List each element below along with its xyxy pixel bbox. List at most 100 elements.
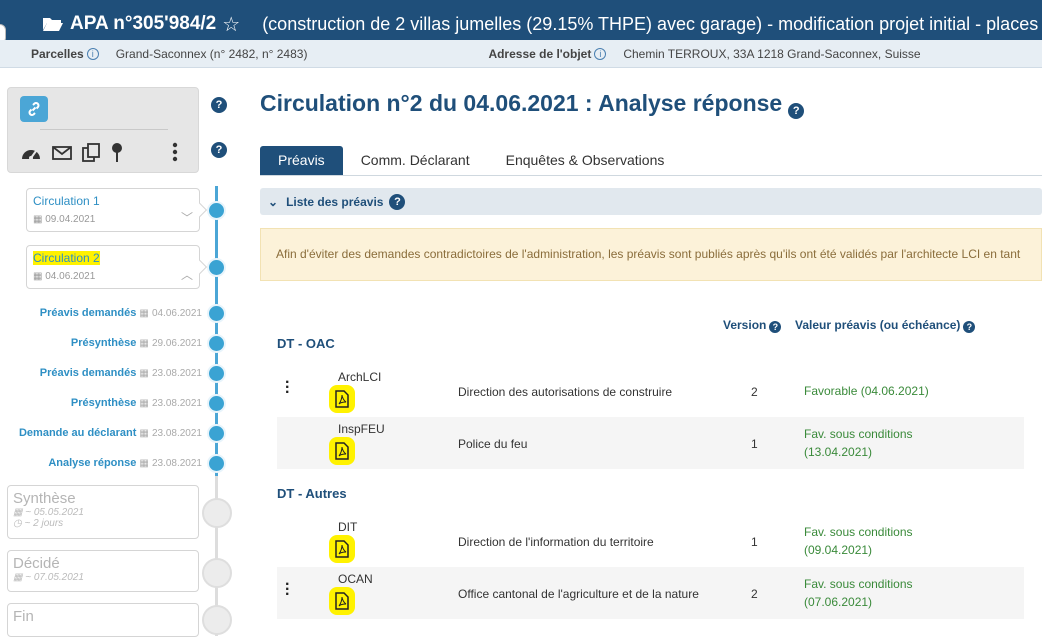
timeline-step[interactable]: Préavis demandés ▦ 04.06.2021 xyxy=(40,307,202,319)
step-date: 29.06.2021 xyxy=(151,338,202,349)
step-label: Préavis demandés xyxy=(39,307,137,319)
timeline-step[interactable]: Analyse réponse ▦ 23.08.2021 xyxy=(48,457,202,469)
result-line: Fav. sous conditions xyxy=(804,525,913,539)
col-header-version: Version? xyxy=(723,318,782,333)
timeline-node-future xyxy=(202,498,232,528)
help-icon[interactable]: ? xyxy=(788,103,805,119)
more-options-icon[interactable]: · · · xyxy=(285,375,290,401)
result-line: Fav. sous conditions xyxy=(804,577,913,591)
step-date: 23.08.2021 xyxy=(151,458,202,469)
calendar-icon: ▦ xyxy=(139,338,149,349)
address-value: Chemin TERROUX, 33A 1218 Grand-Saconnex,… xyxy=(623,46,921,61)
result-line: (07.06.2021) xyxy=(804,595,873,609)
help-icon[interactable]: ? xyxy=(389,193,406,210)
version-value: 2 xyxy=(751,587,758,601)
result-line: (09.04.2021) xyxy=(804,543,873,557)
phase-duration: ~ 2 jours xyxy=(24,518,64,529)
more-options-icon[interactable]: · · · xyxy=(285,577,290,603)
page-title-text: Circulation n°2 du 04.06.2021 : Analyse … xyxy=(260,90,783,116)
phase-title: Décidé xyxy=(13,555,60,572)
step-label: Présynthèse xyxy=(70,337,137,349)
service-name: Direction de l'information du territoire xyxy=(458,535,654,549)
service-code: ArchLCI xyxy=(338,370,382,384)
calendar-icon: ▦ xyxy=(13,572,23,583)
chevron-down-icon[interactable]: ⌄ xyxy=(268,195,278,209)
calendar-icon: ▦ xyxy=(139,368,149,379)
timeline-node xyxy=(207,304,226,323)
step-label: Préavis demandés xyxy=(39,367,137,379)
preavis-result[interactable]: Fav. sous conditions (07.06.2021) xyxy=(804,575,913,611)
tab-preavis[interactable]: Préavis xyxy=(260,146,343,175)
service-code: InspFEU xyxy=(338,422,385,436)
phase-title: Fin xyxy=(13,608,34,625)
calendar-icon: ▦ xyxy=(139,398,149,409)
step-date: 23.08.2021 xyxy=(151,428,202,439)
version-value: 1 xyxy=(751,437,758,451)
calendar-icon: ▦ xyxy=(139,308,149,319)
step-label: Analyse réponse xyxy=(48,457,137,469)
timeline-node xyxy=(207,364,226,383)
step-label: Demande au déclarant xyxy=(18,427,137,439)
clock-icon: ◷ xyxy=(13,518,22,529)
preavis-list-header[interactable]: ⌄ Liste des préavis ? xyxy=(260,188,1042,215)
star-icon[interactable]: ☆ xyxy=(222,12,240,37)
help-icon[interactable]: ? xyxy=(211,97,227,113)
phase-card-synthese: Synthèse ▦ ~ 05.05.2021 ◷ ~ 2 jours xyxy=(7,485,199,539)
result-line: Fav. sous conditions xyxy=(804,427,913,441)
col-header-label: Version xyxy=(723,318,767,332)
step-date: 23.08.2021 xyxy=(151,368,202,379)
help-icon[interactable]: ? xyxy=(769,321,782,333)
phase-date: ~ 07.05.2021 xyxy=(25,572,84,583)
help-icon[interactable]: ? xyxy=(963,321,976,333)
phase-date: ~ 05.05.2021 xyxy=(25,507,84,518)
col-header-value: Valeur préavis (ou échéance)? xyxy=(795,318,976,333)
version-value: 2 xyxy=(751,385,758,399)
service-name: Direction des autorisations de construir… xyxy=(458,385,673,399)
phase-card-fin: Fin xyxy=(7,603,199,637)
pdf-icon[interactable] xyxy=(329,535,355,563)
pdf-icon[interactable] xyxy=(329,587,355,615)
pdf-icon[interactable] xyxy=(329,385,355,413)
pdf-icon[interactable] xyxy=(329,437,355,465)
preavis-result[interactable]: Favorable (04.06.2021) xyxy=(804,382,929,400)
calendar-icon: ▦ xyxy=(139,458,149,469)
table-row: · · · ArchLCI Direction des autorisations … xyxy=(277,365,1024,417)
info-icon[interactable]: i xyxy=(594,47,607,60)
version-value: 1 xyxy=(751,535,758,549)
preavis-result[interactable]: Fav. sous conditions (09.04.2021) xyxy=(804,523,913,559)
timeline-node-future xyxy=(202,558,232,588)
step-date: 23.08.2021 xyxy=(151,398,202,409)
service-name: Office cantonal de l'agriculture et de l… xyxy=(458,587,699,601)
address-label: Adresse de l'objet xyxy=(488,46,592,61)
timeline-step[interactable]: Préavis demandés ▦ 23.08.2021 xyxy=(40,367,202,379)
timeline-step[interactable]: Demande au déclarant ▦ 23.08.2021 xyxy=(19,427,202,439)
tab-bar: Préavis Comm. Déclarant Enquêtes & Obser… xyxy=(260,146,1042,176)
tab-comm-declarant[interactable]: Comm. Déclarant xyxy=(343,146,488,175)
calendar-icon: ▦ xyxy=(13,507,23,518)
service-code: OCAN xyxy=(338,572,373,586)
col-header-label: Valeur préavis (ou échéance) xyxy=(795,318,961,332)
table-row: DIT Direction de l'information du territ… xyxy=(277,515,1024,567)
timeline-node xyxy=(207,334,226,353)
apa-subject: (construction de 2 villas jumelles (29.1… xyxy=(262,13,1042,34)
info-notice: Afin d'éviter des demandes contradictoir… xyxy=(260,228,1042,281)
timeline-node xyxy=(207,201,226,220)
group-title: DT - Autres xyxy=(277,486,347,501)
timeline-step[interactable]: Présynthèse ▦ 23.08.2021 xyxy=(71,397,202,409)
phase-title: Synthèse xyxy=(13,490,76,507)
service-code: DIT xyxy=(338,520,358,534)
step-label: Présynthèse xyxy=(70,397,137,409)
step-date: 04.06.2021 xyxy=(151,308,202,319)
timeline-step[interactable]: Présynthèse ▦ 29.06.2021 xyxy=(71,337,202,349)
result-line: (13.04.2021) xyxy=(804,445,873,459)
preavis-result[interactable]: Fav. sous conditions (13.04.2021) xyxy=(804,425,913,461)
page-title: Circulation n°2 du 04.06.2021 : Analyse … xyxy=(260,90,805,119)
timeline-node xyxy=(207,258,226,277)
group-title: DT - OAC xyxy=(277,336,335,351)
list-header-label: Liste des préavis xyxy=(286,194,384,209)
tab-enquetes[interactable]: Enquêtes & Observations xyxy=(488,146,683,175)
service-name: Police du feu xyxy=(458,437,528,451)
phase-card-decide: Décidé ▦ ~ 07.05.2021 xyxy=(7,550,199,592)
help-icon[interactable]: ? xyxy=(211,142,227,158)
timeline-node xyxy=(207,454,226,473)
